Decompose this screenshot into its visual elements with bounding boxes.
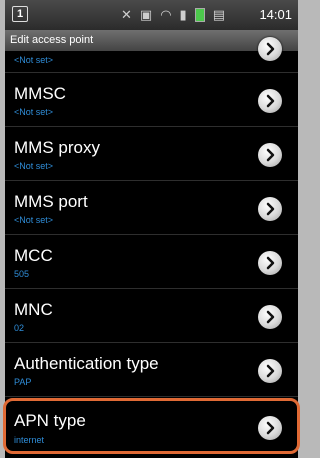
chevron-right-icon[interactable] bbox=[258, 359, 282, 383]
status-icons: ✕ ▣ ◠ ▮ ▤ bbox=[121, 6, 225, 24]
list-item-label: MMS port bbox=[14, 192, 88, 211]
list-item-label: MNC bbox=[14, 300, 53, 319]
signal-icon: ▮ bbox=[179, 7, 187, 22]
list-item-value: <Not set> bbox=[14, 55, 54, 65]
settings-list: <Not set> MMSC <Not set> MMS proxy <Not … bbox=[5, 37, 298, 457]
chevron-right-icon[interactable] bbox=[258, 251, 282, 275]
list-item-label: MMS proxy bbox=[14, 138, 100, 157]
chevron-right-icon[interactable] bbox=[258, 416, 282, 440]
mute-icon: ✕ bbox=[121, 7, 132, 22]
list-item-authentication-type[interactable]: Authentication type PAP bbox=[5, 343, 298, 397]
list-item-label: APN type bbox=[14, 411, 86, 430]
notification-icon: 1 bbox=[12, 6, 28, 22]
list-item-mmsc[interactable]: MMSC <Not set> bbox=[5, 73, 298, 127]
list-item-mms-proxy[interactable]: MMS proxy <Not set> bbox=[5, 127, 298, 181]
clock: 14:01 bbox=[259, 7, 292, 22]
list-item[interactable]: <Not set> bbox=[5, 37, 298, 73]
list-item-value: <Not set> bbox=[14, 161, 54, 171]
list-item-apn-type[interactable]: APN type internet bbox=[5, 397, 298, 457]
phone-screen: 1 ✕ ▣ ◠ ▮ ▤ 14:01 Edit access point <Not… bbox=[5, 0, 298, 458]
chevron-right-icon[interactable] bbox=[258, 143, 282, 167]
battery-icon bbox=[194, 8, 205, 22]
list-item-value: <Not set> bbox=[14, 215, 54, 225]
chevron-right-icon[interactable] bbox=[258, 197, 282, 221]
list-item-mms-port[interactable]: MMS port <Not set> bbox=[5, 181, 298, 235]
page-title: Edit access point bbox=[5, 30, 298, 51]
list-item-value: 505 bbox=[14, 269, 30, 279]
nfc-icon: ▣ bbox=[139, 7, 153, 22]
chevron-right-icon[interactable] bbox=[258, 37, 282, 61]
wifi-icon: ◠ bbox=[160, 7, 172, 22]
list-item-value: 02 bbox=[14, 323, 25, 333]
list-item-value: PAP bbox=[14, 377, 32, 387]
alarm-icon: ▤ bbox=[212, 7, 225, 22]
chevron-right-icon[interactable] bbox=[258, 305, 282, 329]
list-item-label: MCC bbox=[14, 246, 53, 265]
list-item-label: MMSC bbox=[14, 84, 66, 103]
list-item-mnc[interactable]: MNC 02 bbox=[5, 289, 298, 343]
list-item-value: <Not set> bbox=[14, 107, 54, 117]
chevron-right-icon[interactable] bbox=[258, 89, 282, 113]
list-item-label: Authentication type bbox=[14, 354, 159, 373]
list-item-mcc[interactable]: MCC 505 bbox=[5, 235, 298, 289]
list-item-value: internet bbox=[14, 435, 45, 445]
status-bar: 1 ✕ ▣ ◠ ▮ ▤ 14:01 bbox=[5, 0, 298, 30]
